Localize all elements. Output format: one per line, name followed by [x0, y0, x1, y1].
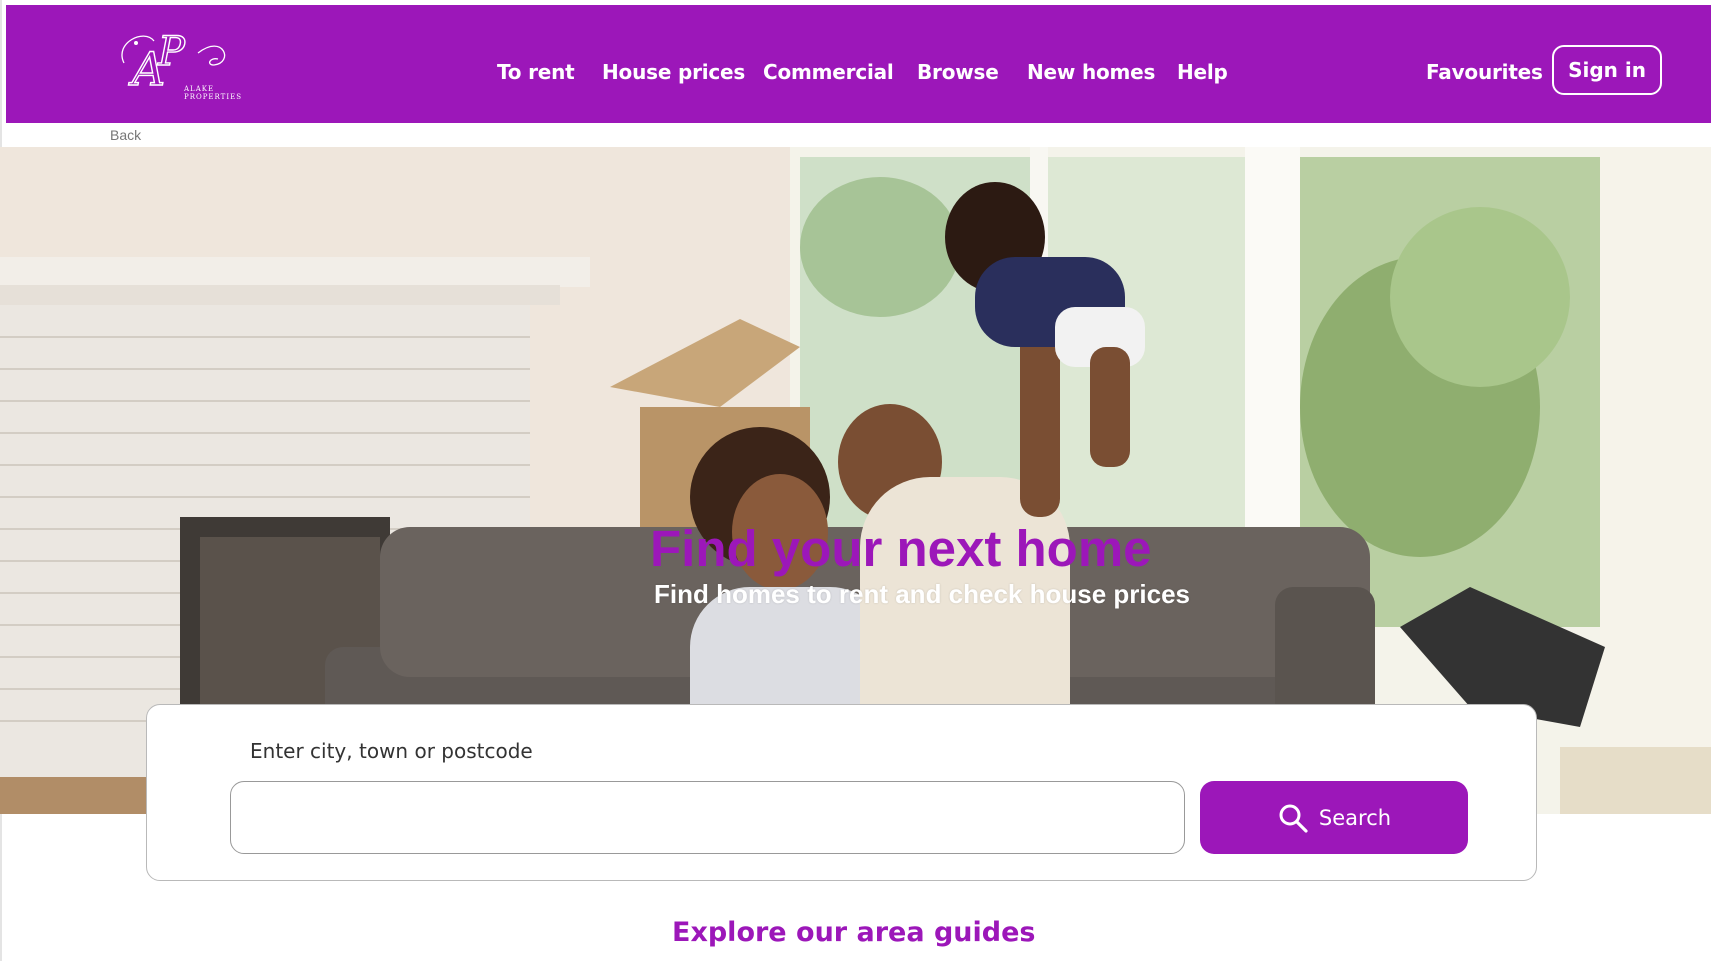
hero-subtitle: Find homes to rent and check house price… [654, 579, 1191, 609]
back-link[interactable]: Back [110, 127, 141, 143]
area-guides-heading: Explore our area guides [672, 917, 1036, 948]
search-icon [1279, 804, 1308, 833]
site-logo[interactable]: A P ALAKE PROPERTIES [114, 23, 264, 108]
location-search-input[interactable] [230, 781, 1185, 854]
nav-house-prices[interactable]: House prices [602, 57, 745, 87]
site-header: A P ALAKE PROPERTIES To rent House price… [6, 5, 1711, 123]
svg-text:P: P [157, 29, 186, 75]
nav-help[interactable]: Help [1177, 57, 1228, 87]
search-button-label: Search [1318, 805, 1392, 830]
logo-tagline-text: ALAKE [183, 85, 214, 93]
nav-commercial[interactable]: Commercial [763, 57, 894, 87]
logo-mark: A P ALAKE PROPERTIES [121, 28, 242, 101]
search-button[interactable]: Search [1200, 781, 1468, 854]
nav-favourites[interactable]: Favourites [1426, 57, 1543, 87]
nav-browse[interactable]: Browse [917, 57, 999, 87]
search-label: Enter city, town or postcode [250, 739, 533, 763]
nav-to-rent[interactable]: To rent [497, 57, 575, 87]
sign-in-button[interactable]: Sign in [1552, 45, 1662, 95]
svg-text:PROPERTIES: PROPERTIES [184, 93, 242, 101]
nav-new-homes[interactable]: New homes [1027, 57, 1155, 87]
hero-title: Find your next home [650, 520, 1152, 577]
search-card: Enter city, town or postcode Search [146, 704, 1537, 881]
